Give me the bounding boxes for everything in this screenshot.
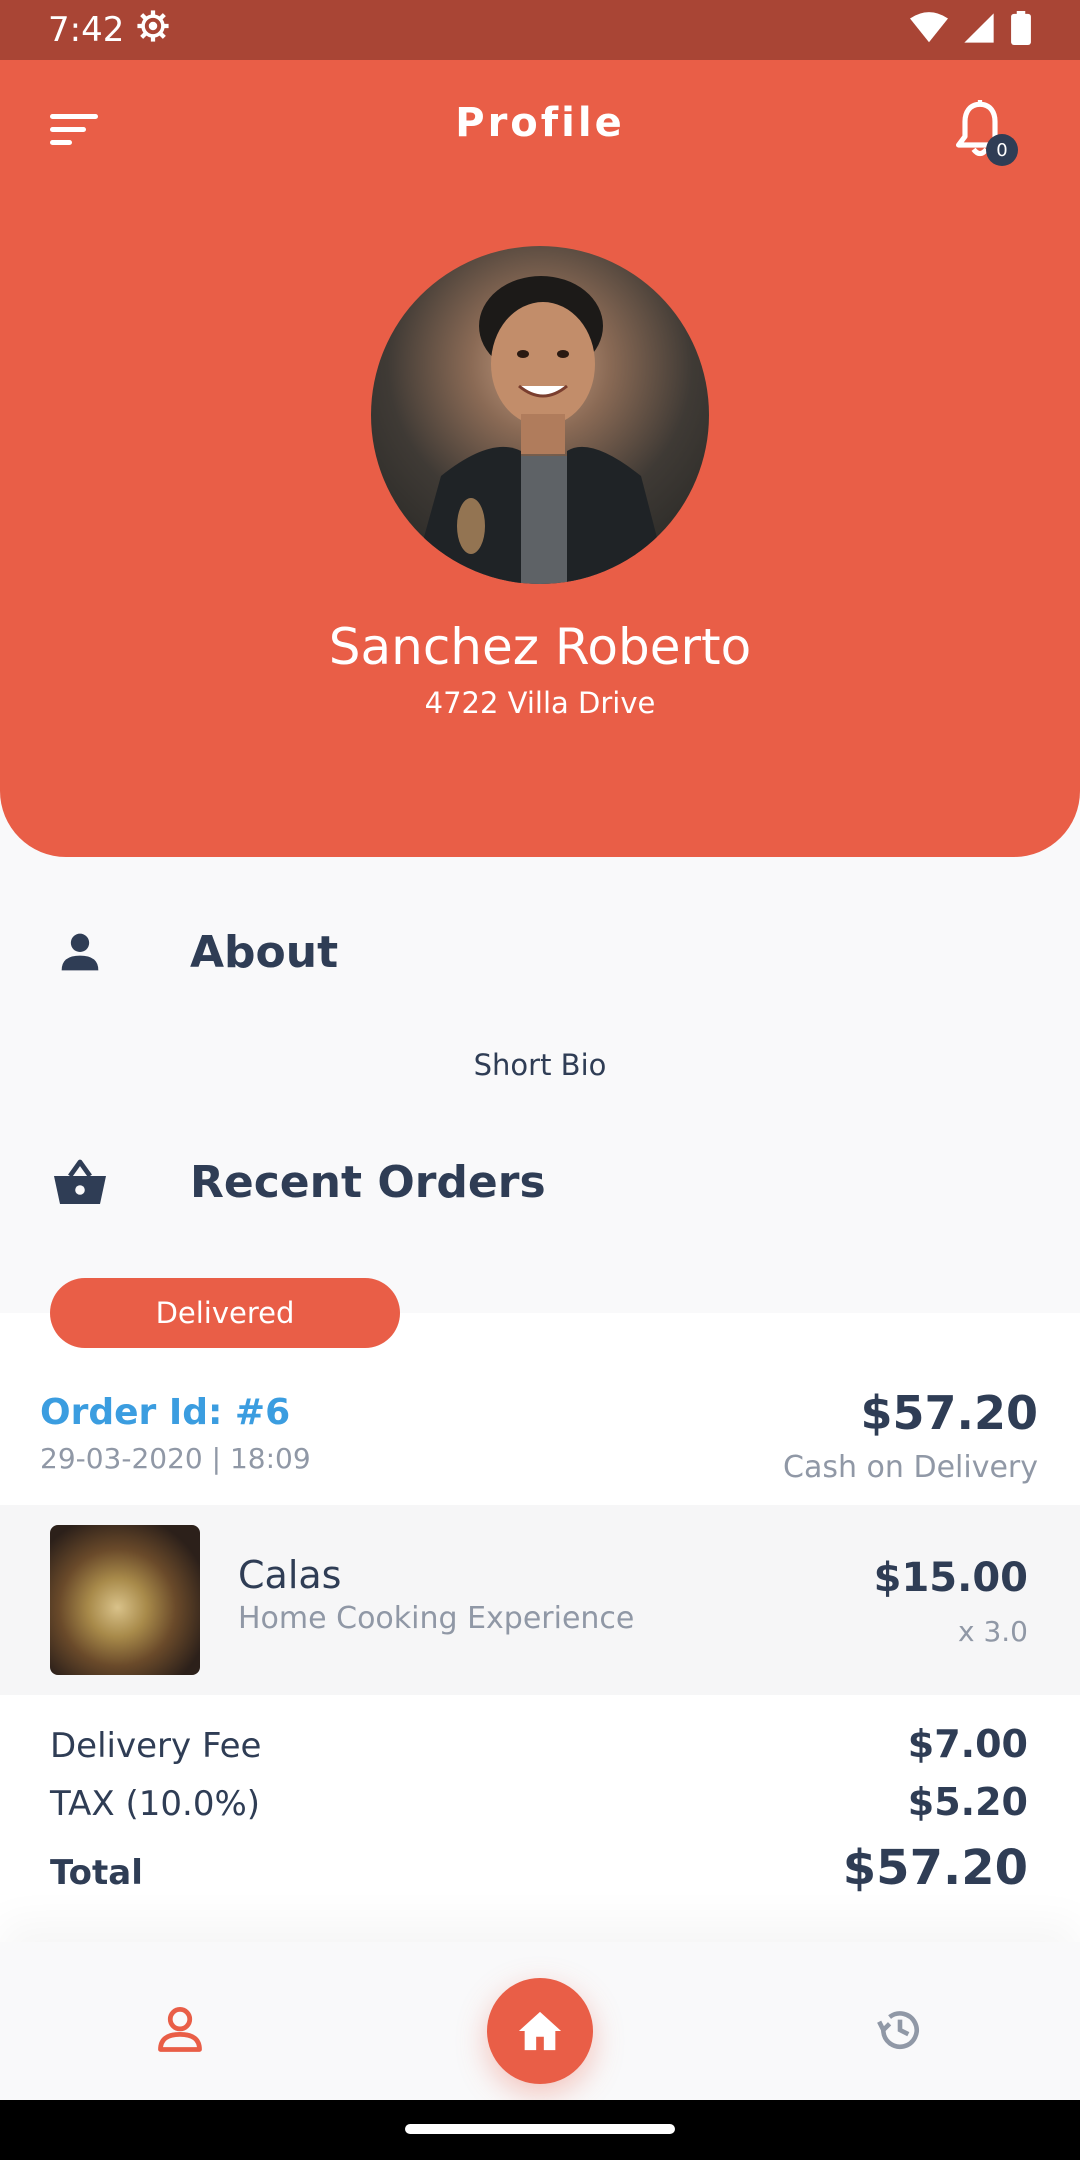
total-value: $57.20: [842, 1840, 1028, 1896]
item-price: $15.00: [873, 1555, 1028, 1601]
item-name: Calas: [238, 1553, 342, 1597]
wifi-icon: [910, 12, 948, 48]
payment-method: Cash on Delivery: [783, 1450, 1038, 1485]
history-icon: [877, 2011, 919, 2050]
delivery-fee-label: Delivery Fee: [50, 1726, 262, 1766]
status-bar: 7:42: [0, 0, 1080, 60]
settings-icon: [136, 9, 170, 52]
tax-row: TAX (10.0%) $5.20: [50, 1780, 1028, 1824]
short-bio: Short Bio: [473, 1048, 607, 1082]
profile-name: Sanchez Roberto: [328, 618, 752, 676]
about-section-header: About: [0, 912, 1080, 992]
battery-icon: [1010, 11, 1032, 49]
total-label: Total: [50, 1853, 143, 1893]
nav-home-button[interactable]: [487, 1978, 593, 2084]
about-title: About: [190, 926, 339, 978]
order-date: 29-03-2020 | 18:09: [40, 1442, 311, 1475]
home-icon: [518, 2011, 562, 2051]
nav-history-button[interactable]: [860, 1990, 940, 2070]
order-status-badge: Delivered: [50, 1278, 400, 1348]
signal-icon: [962, 12, 996, 48]
person-icon: [50, 922, 110, 982]
recent-orders-title: Recent Orders: [190, 1156, 546, 1208]
order-total: $57.20: [860, 1386, 1038, 1440]
delivery-fee-row: Delivery Fee $7.00: [50, 1722, 1028, 1766]
delivery-fee-value: $7.00: [907, 1722, 1028, 1766]
order-item-row[interactable]: Calas Home Cooking Experience $15.00 x 3…: [0, 1505, 1080, 1695]
home-gesture-handle[interactable]: [405, 2124, 675, 2134]
nav-profile-button[interactable]: [140, 1990, 220, 2070]
item-description: Home Cooking Experience: [238, 1601, 635, 1636]
item-quantity: x 3.0: [958, 1615, 1028, 1648]
avatar: [371, 246, 709, 584]
basket-icon: [50, 1152, 110, 1212]
gesture-navigation-bar: [0, 2100, 1080, 2160]
order-id[interactable]: Order Id: #6: [40, 1392, 290, 1433]
item-thumbnail: [50, 1525, 200, 1675]
page-title: Profile: [455, 100, 625, 146]
status-time: 7:42: [48, 10, 125, 50]
profile-address: 4722 Villa Drive: [424, 686, 656, 720]
bottom-navigation: [0, 1942, 1080, 2100]
tax-value: $5.20: [907, 1780, 1028, 1824]
tax-label: TAX (10.0%): [50, 1784, 261, 1824]
total-row: Total $57.20: [50, 1840, 1028, 1896]
person-outline-icon: [158, 2007, 202, 2052]
recent-orders-header: Recent Orders: [0, 1142, 1080, 1222]
